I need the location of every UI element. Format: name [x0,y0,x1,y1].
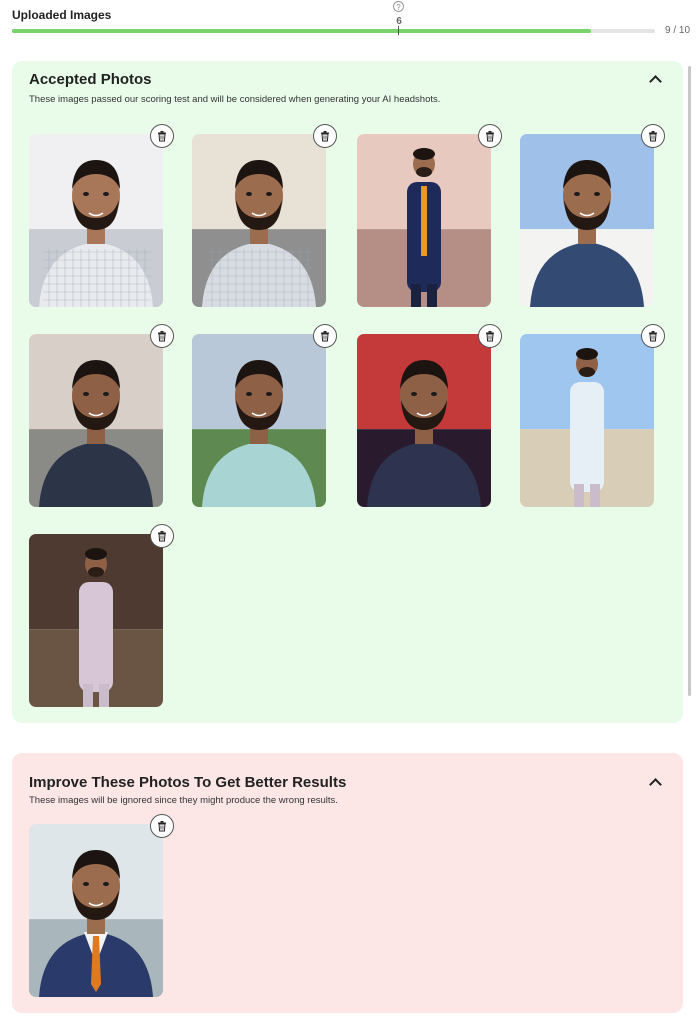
scrollbar[interactable] [688,66,691,696]
trash-icon [156,330,168,342]
photo-thumbnail[interactable] [29,134,163,307]
photo-thumbnail[interactable] [520,134,654,307]
progress-bar [12,26,655,35]
help-icon[interactable]: ? [393,1,404,12]
delete-photo-button[interactable] [313,324,337,348]
delete-photo-button[interactable] [150,524,174,548]
header-title: Uploaded Images [12,8,112,22]
collapse-accepted-chevron-up-icon[interactable] [649,75,662,88]
photo-thumbnail[interactable] [192,334,326,507]
photo-thumbnail[interactable] [520,334,654,507]
trash-icon [319,130,331,142]
photo-thumbnail[interactable] [192,134,326,307]
improve-panel: Improve These Photos To Get Better Resul… [12,753,683,1013]
upload-count: 9 / 10 [665,25,691,36]
delete-photo-button[interactable] [641,324,665,348]
collapse-improve-chevron-up-icon[interactable] [649,778,662,791]
accepted-subtitle: These images passed our scoring test and… [29,94,441,105]
delete-photo-button[interactable] [150,324,174,348]
progress-marker-label: 6 [396,16,402,27]
improve-title: Improve These Photos To Get Better Resul… [29,774,347,791]
photo-thumbnail[interactable] [29,824,163,997]
delete-photo-button[interactable] [478,124,502,148]
trash-icon [319,330,331,342]
photo-thumbnail[interactable] [29,534,163,707]
photo-thumbnail[interactable] [357,134,491,307]
delete-photo-button[interactable] [150,814,174,838]
photo-thumbnail[interactable] [357,334,491,507]
improve-subtitle: These images will be ignored since they … [29,795,338,806]
delete-photo-button[interactable] [150,124,174,148]
trash-icon [156,530,168,542]
photo-thumbnail[interactable] [29,334,163,507]
progress-marker-tick [398,26,399,35]
delete-photo-button[interactable] [641,124,665,148]
trash-icon [647,330,659,342]
trash-icon [156,130,168,142]
progress-fill [12,29,591,33]
delete-photo-button[interactable] [313,124,337,148]
trash-icon [484,130,496,142]
trash-icon [484,330,496,342]
accepted-panel: Accepted Photos These images passed our … [12,61,683,723]
trash-icon [647,130,659,142]
delete-photo-button[interactable] [478,324,502,348]
accepted-title: Accepted Photos [29,71,152,88]
trash-icon [156,820,168,832]
